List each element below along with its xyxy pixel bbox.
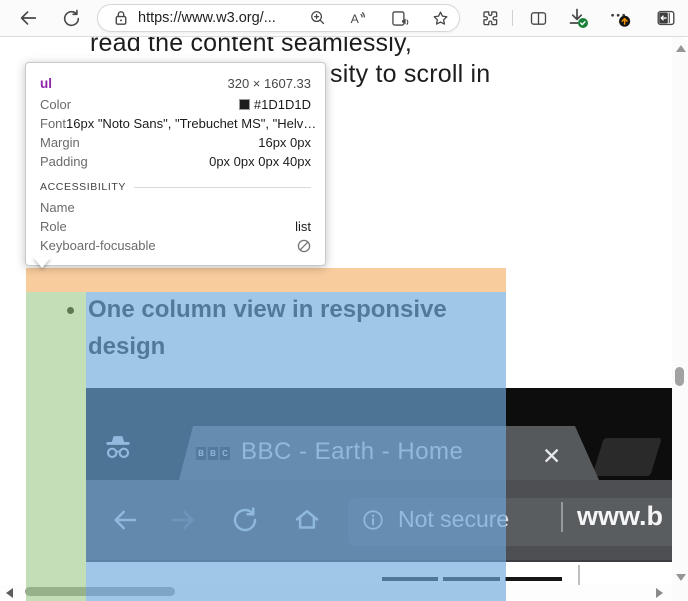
horizontal-scrollbar-thumb[interactable] bbox=[25, 587, 175, 596]
bbc-back-icon bbox=[110, 505, 140, 535]
no-entry-icon bbox=[297, 239, 311, 253]
devtools-element-tooltip: ul 320 × 1607.33 Color #1D1D1D Font 16px… bbox=[25, 62, 326, 266]
extensions-puzzle-icon bbox=[480, 8, 501, 29]
row-label: Font bbox=[40, 116, 66, 131]
refresh-button[interactable] bbox=[59, 6, 83, 30]
bbc-background-tab bbox=[592, 438, 662, 476]
tooltip-caret bbox=[33, 257, 51, 268]
bbc-home-icon bbox=[292, 505, 322, 535]
highlight-margin-overlay bbox=[26, 268, 506, 292]
extensions-button[interactable] bbox=[478, 6, 502, 30]
color-swatch bbox=[239, 99, 250, 110]
favorites-star-icon[interactable] bbox=[430, 8, 451, 29]
refresh-icon bbox=[61, 8, 82, 29]
bbc-logo: BBC bbox=[196, 447, 230, 460]
bbc-content-dash bbox=[505, 577, 562, 581]
lock-icon[interactable] bbox=[112, 9, 130, 27]
tab-audio-icon[interactable] bbox=[389, 8, 410, 29]
accessibility-section-header: ACCESSIBILITY bbox=[40, 181, 311, 193]
row-label: Color bbox=[40, 97, 71, 112]
sidebar-toggle-button[interactable] bbox=[654, 6, 678, 30]
bbc-content-dash bbox=[382, 577, 438, 581]
element-tag: ul bbox=[40, 76, 52, 91]
row-label: Name bbox=[40, 200, 75, 215]
horizontal-scrollbar[interactable] bbox=[0, 585, 672, 601]
svg-text:A: A bbox=[351, 11, 360, 25]
paragraph-line-2: sity to scroll in bbox=[330, 60, 490, 89]
list-bullet bbox=[67, 307, 74, 314]
bbc-screenshot-image: BBC BBC - Earth - Home ✕ Not secure bbox=[86, 388, 672, 601]
web-page-viewport: read the content seamlessly, sity to scr… bbox=[0, 37, 688, 601]
downloads-button[interactable] bbox=[566, 6, 590, 30]
back-icon bbox=[17, 7, 39, 29]
read-aloud-icon[interactable]: A bbox=[348, 8, 369, 29]
row-label: Padding bbox=[40, 154, 88, 169]
row-label: Role bbox=[40, 219, 67, 234]
scroll-left-arrow-icon[interactable] bbox=[6, 588, 13, 598]
paragraph-line-1: read the content seamlessly, bbox=[90, 37, 412, 58]
split-screen-icon bbox=[528, 8, 549, 29]
vertical-scrollbar-thumb[interactable] bbox=[675, 367, 684, 386]
zoom-icon[interactable] bbox=[308, 8, 328, 28]
back-button[interactable] bbox=[16, 6, 40, 30]
row-value: #1D1D1D bbox=[254, 97, 311, 112]
highlight-padding-overlay bbox=[26, 292, 86, 601]
vertical-scrollbar[interactable] bbox=[672, 37, 688, 601]
bbc-refresh-icon bbox=[230, 505, 260, 535]
bbc-tab-title: BBC - Earth - Home bbox=[241, 438, 463, 466]
toolbar-divider bbox=[512, 10, 513, 26]
scroll-up-arrow-icon[interactable] bbox=[676, 45, 686, 52]
url-text: https://www.w3.org/... bbox=[138, 10, 276, 26]
settings-more-button[interactable] bbox=[608, 6, 632, 30]
bbc-content-dash bbox=[443, 577, 500, 581]
row-label: Margin bbox=[40, 135, 80, 150]
scroll-right-arrow-icon[interactable] bbox=[656, 588, 663, 598]
bbc-url-separator bbox=[561, 502, 563, 532]
address-bar[interactable]: https://www.w3.org/... A bbox=[97, 4, 460, 32]
bbc-forward-icon bbox=[168, 505, 198, 535]
browser-window: https://www.w3.org/... A read the conten bbox=[0, 0, 688, 601]
download-icon bbox=[566, 6, 590, 30]
ellipsis-icon bbox=[608, 6, 632, 30]
scroll-down-arrow-icon[interactable] bbox=[676, 574, 686, 581]
bbc-url-text: www.b bbox=[577, 501, 663, 532]
row-value: 16px "Noto Sans", "Trebuchet MS", "Helv… bbox=[66, 116, 316, 131]
incognito-icon bbox=[103, 428, 133, 466]
row-value: 0px 0px 0px 40px bbox=[209, 154, 311, 169]
bbc-tab-close-icon: ✕ bbox=[542, 443, 561, 470]
row-value: 16px 0px bbox=[258, 135, 311, 150]
browser-toolbar: https://www.w3.org/... A bbox=[0, 0, 688, 37]
element-dimensions: 320 × 1607.33 bbox=[228, 76, 312, 91]
sidebar-icon bbox=[655, 7, 677, 29]
address-bar-actions: A bbox=[308, 5, 451, 31]
split-screen-button[interactable] bbox=[526, 6, 550, 30]
row-label: Keyboard-focusable bbox=[40, 238, 156, 253]
bbc-security-label: Not secure bbox=[398, 506, 509, 533]
row-value: list bbox=[295, 219, 311, 234]
bbc-info-icon bbox=[362, 509, 384, 531]
list-item-text: One column view in responsive design bbox=[88, 291, 480, 365]
